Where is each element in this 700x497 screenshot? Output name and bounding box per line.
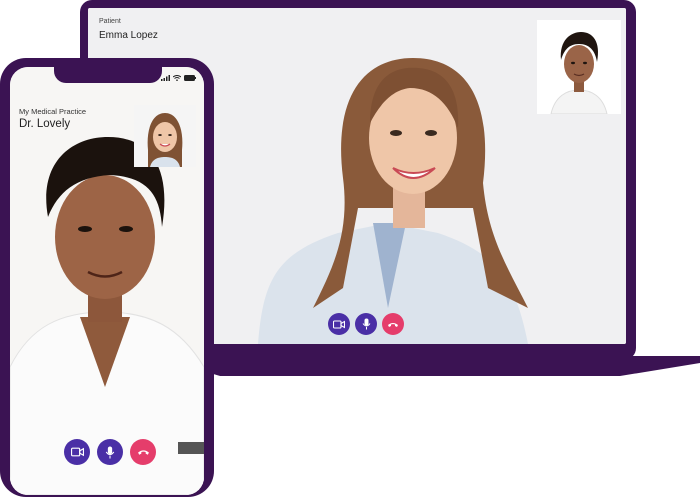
- laptop-base: [200, 356, 700, 376]
- phone-video-call-screen: My Medical Practice Dr. Lovely: [10, 67, 204, 495]
- phone-notch: [54, 67, 162, 83]
- status-bar: [161, 75, 196, 81]
- laptop-video-toggle-button[interactable]: [328, 313, 350, 335]
- microphone-icon: [105, 446, 115, 458]
- doctor-name: Dr. Lovely: [19, 118, 71, 130]
- phone-video-toggle-button[interactable]: [64, 439, 90, 465]
- patient-label: Patient: [99, 18, 121, 25]
- video-camera-icon: [70, 447, 84, 457]
- doctor-thumbnail-photo: [537, 20, 621, 115]
- video-camera-icon: [333, 319, 345, 329]
- phone-end-call-button[interactable]: [130, 439, 156, 465]
- self-view-thumbnail: [537, 20, 621, 115]
- cellular-signal-icon: [161, 75, 170, 81]
- end-call-icon: [388, 322, 398, 327]
- laptop-mute-button[interactable]: [355, 313, 377, 335]
- phone-mute-button[interactable]: [97, 439, 123, 465]
- microphone-icon: [362, 318, 370, 330]
- laptop-end-call-button[interactable]: [382, 313, 404, 335]
- patient-thumbnail-photo: [134, 105, 196, 167]
- phone-device: My Medical Practice Dr. Lovely: [0, 58, 214, 497]
- wifi-icon: [173, 75, 181, 81]
- patient-name: Emma Lopez: [99, 30, 158, 41]
- battery-icon: [184, 75, 196, 81]
- self-view-thumbnail: [134, 105, 196, 167]
- end-call-icon: [137, 450, 149, 455]
- practice-name: My Medical Practice: [19, 107, 87, 116]
